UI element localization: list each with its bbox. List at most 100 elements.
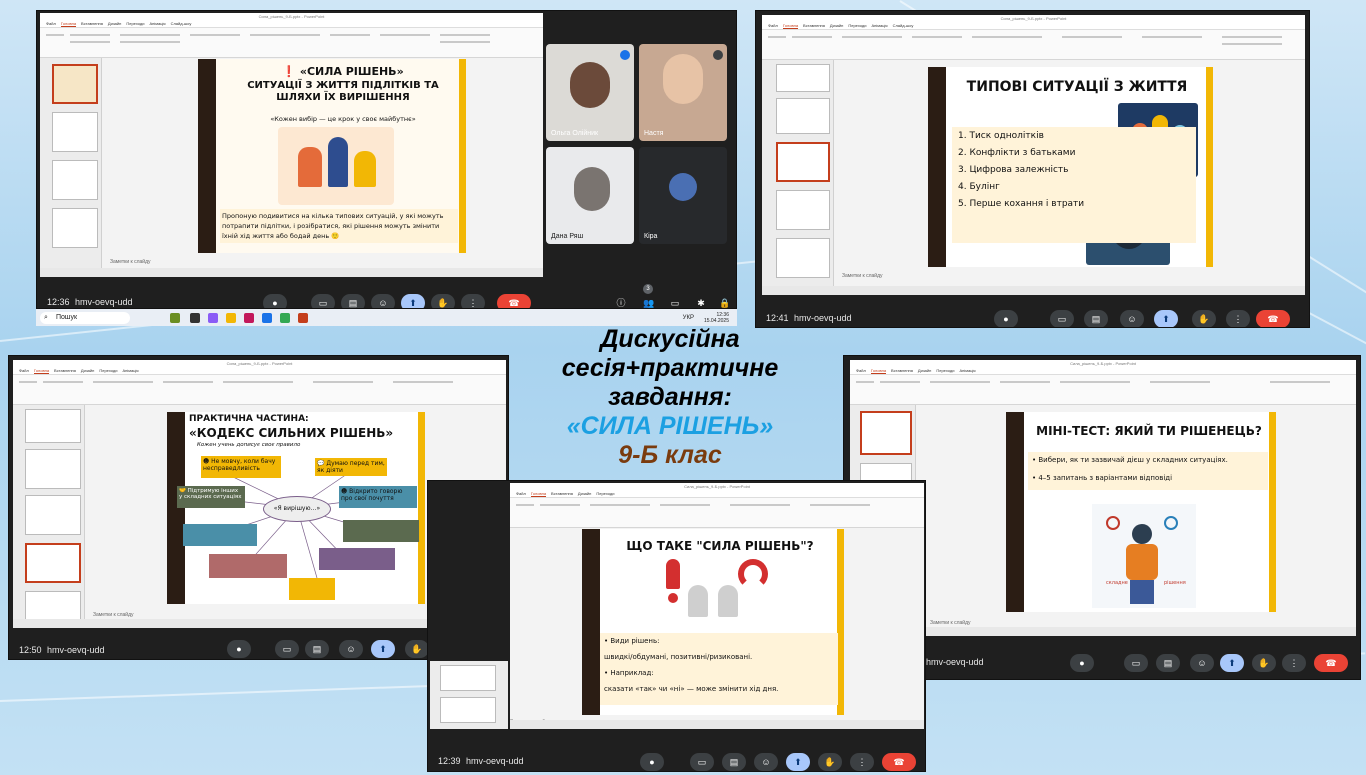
camera-icon[interactable]: ▭ [690, 753, 714, 771]
slide-thumbnail[interactable] [25, 449, 81, 489]
tab-slideshow[interactable]: Слайд-шоу [893, 23, 914, 28]
tab-insert[interactable]: Вставлення [81, 21, 103, 26]
tab-transitions[interactable]: Переходи [596, 491, 614, 496]
tab-animation[interactable]: Анімація [959, 368, 975, 373]
tab-home[interactable]: Головна [870, 368, 887, 374]
tab-transitions[interactable]: Переходи [936, 368, 954, 373]
raise-hand-icon[interactable]: ✋ [818, 753, 842, 771]
slide-thumbnail[interactable] [25, 495, 81, 535]
slide-thumbnail[interactable] [776, 142, 830, 182]
tab-design[interactable]: Дизайн [108, 21, 121, 26]
tab-animation[interactable]: Анімація [149, 21, 165, 26]
activities-icon[interactable]: ✱ [689, 294, 713, 308]
participant-tile[interactable]: Кіра [639, 147, 727, 244]
tab-design[interactable]: Дизайн [578, 491, 591, 496]
captions-icon[interactable]: ▤ [341, 294, 365, 308]
tab-transitions[interactable]: Переходи [99, 368, 117, 373]
tab-design[interactable]: Дизайн [81, 368, 94, 373]
captions-icon[interactable]: ▤ [1084, 310, 1108, 327]
mic-icon[interactable]: ● [227, 640, 251, 658]
tab-file[interactable]: Файл [856, 368, 866, 373]
tab-animation[interactable]: Анімація [871, 23, 887, 28]
emoji-icon[interactable]: ☺ [1190, 654, 1214, 672]
taskbar-app-icon[interactable] [244, 312, 254, 323]
people-icon[interactable]: 👥 [637, 294, 661, 308]
chat-icon[interactable]: ▭ [663, 294, 687, 308]
tab-file[interactable]: Файл [768, 23, 778, 28]
slide-notes[interactable]: Заметки к слайду [110, 259, 151, 265]
mic-icon[interactable]: ● [994, 310, 1018, 327]
tab-transitions[interactable]: Переходи [126, 21, 144, 26]
present-icon[interactable]: ⬆ [1154, 310, 1178, 327]
slide-notes[interactable]: Заметки к слайду [930, 620, 971, 626]
raise-hand-icon[interactable]: ✋ [431, 294, 455, 308]
slide-thumbnail[interactable] [52, 112, 98, 152]
tab-design[interactable]: Дизайн [830, 23, 843, 28]
slide-thumbnail[interactable] [440, 665, 496, 691]
end-call-icon[interactable]: ☎ [882, 753, 916, 771]
slide-notes[interactable]: Заметки к слайду [93, 612, 134, 618]
more-icon[interactable]: ⋮ [1226, 310, 1250, 327]
tab-file[interactable]: Файл [516, 491, 526, 496]
present-icon[interactable]: ⬆ [1220, 654, 1244, 672]
taskbar-app-icon[interactable] [262, 312, 272, 323]
tab-home[interactable]: Головна [33, 368, 50, 374]
slide-thumbnail[interactable] [776, 98, 830, 134]
end-call-icon[interactable]: ☎ [497, 294, 531, 308]
present-icon[interactable]: ⬆ [786, 753, 810, 771]
present-icon[interactable]: ⬆ [401, 294, 425, 308]
emoji-icon[interactable]: ☺ [371, 294, 395, 308]
keyboard-language[interactable]: УКР [683, 315, 694, 321]
present-icon[interactable]: ⬆ [371, 640, 395, 658]
more-icon[interactable]: ⋮ [1282, 654, 1306, 672]
mic-icon[interactable]: ● [263, 294, 287, 308]
slide-thumbnail[interactable] [25, 543, 81, 583]
info-icon[interactable]: ⓘ [609, 294, 633, 308]
tab-file[interactable]: Файл [46, 21, 56, 26]
slide-thumbnail[interactable] [52, 208, 98, 248]
taskbar-app-icon[interactable] [226, 312, 236, 323]
captions-icon[interactable]: ▤ [1156, 654, 1180, 672]
more-icon[interactable]: ⋮ [461, 294, 485, 308]
raise-hand-icon[interactable]: ✋ [405, 640, 429, 658]
emoji-icon[interactable]: ☺ [754, 753, 778, 771]
tab-file[interactable]: Файл [19, 368, 29, 373]
end-call-icon[interactable]: ☎ [1314, 654, 1348, 672]
tab-insert[interactable]: Вставлення [551, 491, 573, 496]
taskbar-search[interactable]: ⌕ Пошук [40, 311, 130, 324]
slide-thumbnail[interactable] [25, 409, 81, 443]
tab-insert[interactable]: Вставлення [803, 23, 825, 28]
participant-tile[interactable]: Дана Ряш [546, 147, 634, 244]
participant-tile[interactable]: Настя [639, 44, 727, 141]
host-controls-icon[interactable]: 🔒 [713, 294, 736, 308]
emoji-icon[interactable]: ☺ [1120, 310, 1144, 327]
tab-design[interactable]: Дизайн [918, 368, 931, 373]
mic-icon[interactable]: ● [640, 753, 664, 771]
emoji-icon[interactable]: ☺ [339, 640, 363, 658]
tab-animation[interactable]: Анімація [122, 368, 138, 373]
taskbar-app-icon[interactable] [208, 312, 218, 323]
camera-icon[interactable]: ▭ [275, 640, 299, 658]
mic-icon[interactable]: ● [1070, 654, 1094, 672]
slide-thumbnail[interactable] [776, 64, 830, 92]
slide-thumbnail[interactable] [860, 411, 912, 455]
captions-icon[interactable]: ▤ [722, 753, 746, 771]
slide-thumbnail[interactable] [776, 238, 830, 278]
raise-hand-icon[interactable]: ✋ [1192, 310, 1216, 327]
tab-insert[interactable]: Вставлення [54, 368, 76, 373]
end-call-icon[interactable]: ☎ [1256, 310, 1290, 327]
camera-icon[interactable]: ▭ [1124, 654, 1148, 672]
tab-transitions[interactable]: Переходи [848, 23, 866, 28]
tab-home[interactable]: Головна [60, 21, 77, 27]
taskbar-app-icon[interactable] [190, 312, 200, 323]
taskbar-app-icon[interactable] [298, 312, 308, 323]
taskbar-app-icon[interactable] [280, 312, 290, 323]
raise-hand-icon[interactable]: ✋ [1252, 654, 1276, 672]
slide-thumbnail[interactable] [776, 190, 830, 230]
tab-insert[interactable]: Вставлення [891, 368, 913, 373]
camera-icon[interactable]: ▭ [311, 294, 335, 308]
participant-tile[interactable]: Ольга Олійник [546, 44, 634, 141]
camera-icon[interactable]: ▭ [1050, 310, 1074, 327]
captions-icon[interactable]: ▤ [305, 640, 329, 658]
slide-thumbnail[interactable] [440, 697, 496, 723]
